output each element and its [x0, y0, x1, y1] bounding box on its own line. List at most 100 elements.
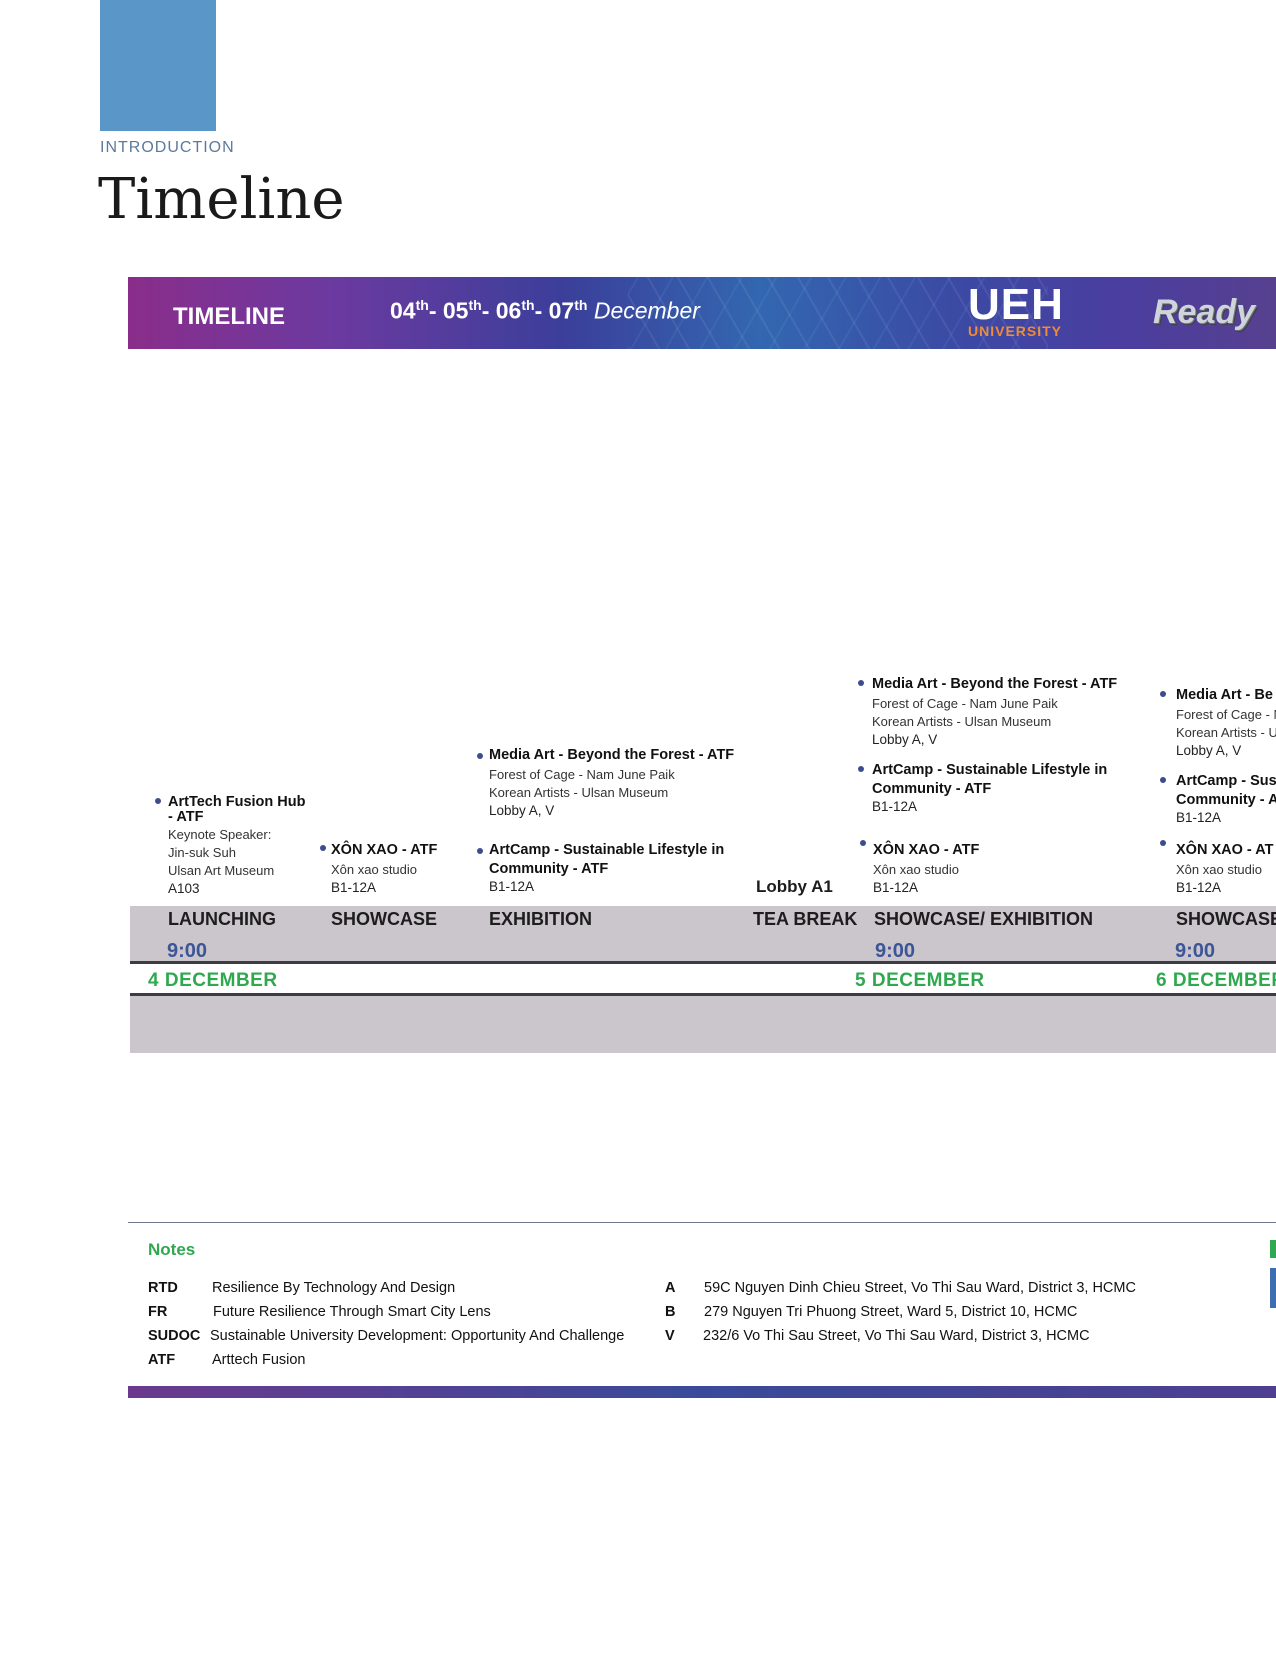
event-line: Jin-suk Suh — [168, 845, 236, 860]
event-media-art: Media Art - Beyond the Forest - ATF Fore… — [489, 746, 734, 820]
event-artcamp-day3: ArtCamp - Sus Community - A B1-12A — [1176, 772, 1276, 827]
category-showcase-exhibition: SHOWCASE/ EXHIBITION — [874, 909, 1094, 929]
event-sub: Xôn xao studio — [873, 862, 960, 877]
notes-divider — [128, 1222, 1276, 1223]
tea-break-location: Lobby A1 — [756, 877, 833, 896]
event-xonxao-day2: XÔN XAO - ATF Xôn xao studio B1-12A — [873, 841, 979, 897]
timeline-band — [130, 906, 1276, 963]
ordinal: th — [574, 297, 588, 313]
event-title: ArtCamp - Sustainable Lifestyle in — [489, 842, 725, 858]
location-key: A — [665, 1280, 676, 1296]
bullet-icon — [860, 840, 866, 846]
event-room: B1-12A — [873, 880, 919, 895]
date-04: 04 — [390, 297, 416, 324]
note-key: RTD — [148, 1280, 178, 1296]
banner-title: TIMELINE — [173, 303, 285, 330]
ready-logo: Ready — [1153, 293, 1256, 331]
event-artcamp-day2: ArtCamp - Sustainable Lifestyle in Commu… — [872, 761, 1107, 816]
bullet-icon — [1160, 691, 1166, 697]
bullet-icon — [858, 680, 864, 686]
date-05: 05 — [442, 297, 469, 324]
event-room: B1-12A — [1176, 810, 1222, 825]
cut-off-logo — [1270, 1268, 1276, 1308]
divider-line — [130, 961, 1276, 964]
day-label-5: 5 DECEMBER — [855, 970, 985, 991]
ordinal: th — [468, 297, 482, 313]
event-xonxao: XÔN XAO - ATF Xôn xao studio B1-12A — [331, 841, 437, 897]
bullet-icon — [858, 766, 864, 772]
time-day3: 9:00 — [1175, 940, 1216, 962]
event-room: Lobby A, V — [872, 732, 938, 747]
event-room: B1-12A — [1176, 880, 1222, 895]
logo-main: UEH — [968, 280, 1064, 329]
event-title: Media Art - Be — [1176, 687, 1273, 703]
event-line: Forest of Cage - Nam June Paik — [872, 696, 1058, 711]
event-title-cont: Community - ATF — [872, 781, 992, 797]
page-title: Timeline — [98, 167, 345, 232]
bullet-icon — [477, 848, 483, 854]
bullet-icon — [320, 845, 326, 851]
date-07: 07 — [548, 297, 575, 324]
event-line: Korean Artists - Ulsan Museum — [489, 785, 669, 800]
event-title: XÔN XAO - ATF — [873, 842, 980, 858]
note-value: Future Resilience Through Smart City Len… — [213, 1304, 491, 1320]
event-title: XÔN XAO - ATF — [331, 842, 438, 858]
footer-bar — [128, 1386, 1276, 1398]
event-line: Korean Artists - Ul — [1176, 725, 1276, 740]
day3-events-clip: Media Art - Be Forest of Cage - N Korean… — [1150, 660, 1276, 910]
event-title: Media Art - Beyond the Forest - ATF — [489, 747, 735, 763]
event-room: Lobby A, V — [1176, 743, 1242, 758]
event-room: Lobby A, V — [489, 803, 555, 818]
event-media-art-day3: Media Art - Be Forest of Cage - N Korean… — [1176, 686, 1276, 760]
bullet-icon — [477, 753, 483, 759]
location-address: 232/6 Vo Thi Sau Street, Vo Thi Sau Ward… — [703, 1328, 1090, 1344]
location-key: B — [665, 1304, 676, 1320]
time-day1: 9:00 — [167, 940, 208, 962]
note-value: Resilience By Technology And Design — [212, 1280, 456, 1296]
location-address: 59C Nguyen Dinh Chieu Street, Vo Thi Sau… — [704, 1280, 1136, 1296]
event-line: Korean Artists - Ulsan Museum — [872, 714, 1052, 729]
note-key: FR — [148, 1304, 168, 1320]
bullet-icon — [1160, 777, 1166, 783]
event-line: Forest of Cage - N — [1176, 707, 1276, 722]
event-artcamp: ArtCamp - Sustainable Lifestyle in Commu… — [489, 841, 724, 896]
note-key: ATF — [148, 1352, 176, 1368]
event-title: ArtCamp - Sus — [1176, 773, 1276, 789]
event-line: Ulsan Art Museum — [168, 863, 275, 878]
cut-off-heading — [1270, 1240, 1276, 1258]
event-room: B1-12A — [872, 799, 918, 814]
category-exhibition: EXHIBITION — [489, 909, 593, 929]
location-address: 279 Nguyen Tri Phuong Street, Ward 5, Di… — [704, 1304, 1078, 1320]
category-showcase-day3: SHOWCASE — [1176, 909, 1276, 929]
event-line: Forest of Cage - Nam June Paik — [489, 767, 675, 782]
ordinal: th — [521, 297, 535, 313]
event-xonxao-day3: XÔN XAO - AT Xôn xao studio B1-12A — [1176, 841, 1273, 897]
decorative-blue-square — [100, 0, 216, 131]
event-title: XÔN XAO - AT — [1176, 842, 1274, 858]
note-value: Arttech Fusion — [212, 1352, 306, 1368]
event-title: Media Art - Beyond the Forest - ATF — [872, 676, 1118, 692]
day-label-6: 6 DECEMBER — [1156, 970, 1276, 991]
timeline-banner: TIMELINE 04th- 05th- 06th- 07th December… — [128, 277, 1276, 349]
event-launch: ArtTech Fusion Hub - ATF Keynote Speaker… — [168, 793, 305, 898]
day-label-4: 4 DECEMBER — [148, 970, 278, 991]
note-key: SUDOC — [148, 1328, 201, 1344]
event-line: Keynote Speaker: — [168, 827, 272, 842]
event-media-art-day2: Media Art - Beyond the Forest - ATF Fore… — [872, 675, 1117, 749]
event-title: ArtCamp - Sustainable Lifestyle in — [872, 762, 1108, 778]
event-room: A103 — [168, 881, 200, 896]
bullet-icon — [155, 798, 161, 804]
timeline-lower-band — [130, 996, 1276, 1053]
event-sub: Xôn xao studio — [1176, 862, 1263, 877]
date-06: 06 — [495, 297, 522, 324]
event-room: B1-12A — [489, 879, 535, 894]
event-title-cont: Community - A — [1176, 792, 1276, 808]
banner-dates: 04th- 05th- 06th- 07th December — [390, 297, 700, 324]
ueh-logo: UEH UNIVERSITY — [968, 280, 1064, 340]
logo-sub: UNIVERSITY — [968, 323, 1063, 339]
location-key: V — [665, 1328, 675, 1344]
notes-title: Notes — [148, 1240, 196, 1259]
category-launching: LAUNCHING — [168, 909, 276, 929]
ordinal: th — [415, 297, 429, 313]
bullet-icon — [1160, 840, 1166, 846]
